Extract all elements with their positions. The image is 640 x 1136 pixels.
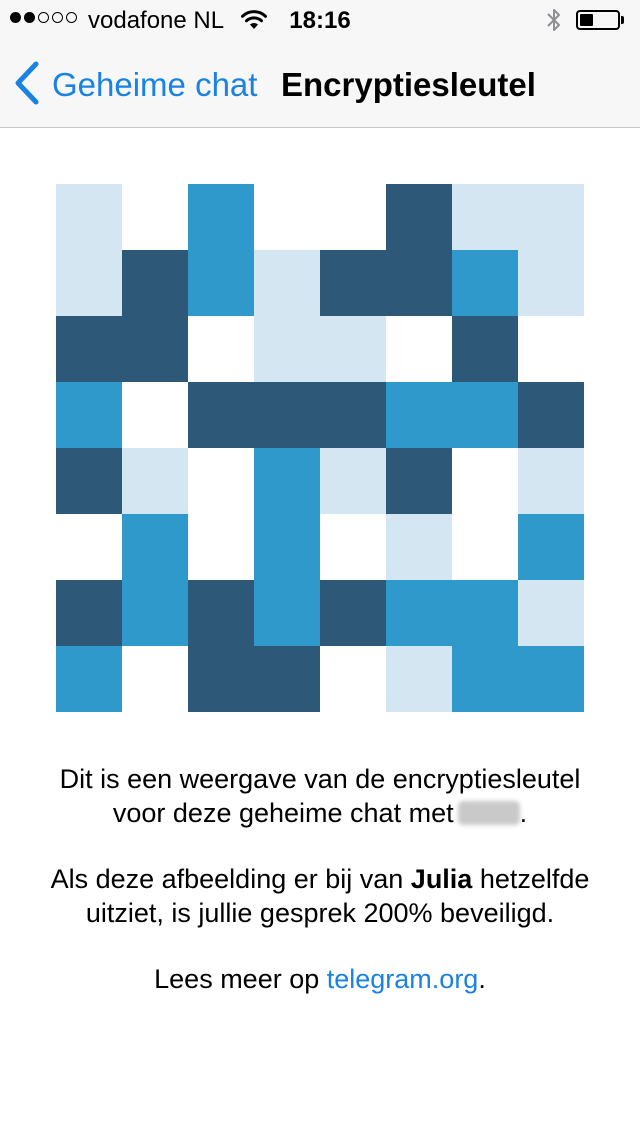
key-cell xyxy=(452,448,518,514)
key-cell xyxy=(254,580,320,646)
battery-icon xyxy=(576,10,620,30)
key-cell xyxy=(56,184,122,250)
telegram-link[interactable]: telegram.org xyxy=(327,964,479,994)
bluetooth-icon xyxy=(546,7,562,40)
key-cell xyxy=(254,184,320,250)
key-cell xyxy=(518,580,584,646)
key-cell xyxy=(56,448,122,514)
key-cell xyxy=(188,382,254,448)
key-cell xyxy=(56,646,122,712)
key-cell xyxy=(122,382,188,448)
key-cell xyxy=(188,250,254,316)
key-cell xyxy=(386,646,452,712)
back-button-label: Geheime chat xyxy=(52,66,258,103)
battery-tip xyxy=(621,16,624,24)
contact-name: Julia xyxy=(410,864,473,894)
key-cell xyxy=(518,514,584,580)
key-cell xyxy=(452,316,518,382)
verification-note-after: hetzelfde xyxy=(472,864,590,894)
key-cell xyxy=(122,184,188,250)
verification-note-before: Als deze afbeelding er bij van xyxy=(50,864,411,894)
key-cell xyxy=(518,316,584,382)
key-cell xyxy=(452,580,518,646)
key-cell xyxy=(122,514,188,580)
key-cell xyxy=(452,382,518,448)
key-cell xyxy=(518,250,584,316)
key-cell xyxy=(188,448,254,514)
key-cell xyxy=(188,646,254,712)
key-cell xyxy=(188,514,254,580)
key-cell xyxy=(320,646,386,712)
key-cell xyxy=(254,316,320,382)
key-description-period: . xyxy=(519,798,528,828)
page-title: Encryptiesleutel xyxy=(281,66,536,103)
learn-more-period: . xyxy=(478,964,486,994)
verification-note-line1: Als deze afbeelding er bij van Julia het… xyxy=(0,862,640,896)
key-cell xyxy=(56,250,122,316)
learn-more: Lees meer op telegram.org. xyxy=(0,962,640,996)
key-cell xyxy=(320,448,386,514)
key-cell xyxy=(254,514,320,580)
verification-note: Als deze afbeelding er bij van Julia het… xyxy=(0,862,640,930)
chevron-left-icon xyxy=(14,61,40,110)
key-cell xyxy=(386,250,452,316)
key-cell xyxy=(122,646,188,712)
battery-level xyxy=(580,14,593,26)
key-cell xyxy=(386,382,452,448)
clock: 18:16 xyxy=(289,7,351,34)
key-cell xyxy=(188,184,254,250)
key-cell xyxy=(254,382,320,448)
key-description-line2: voor deze geheime chat met. xyxy=(0,796,640,830)
key-cell xyxy=(320,250,386,316)
key-cell xyxy=(452,250,518,316)
key-cell xyxy=(254,250,320,316)
key-cell xyxy=(320,580,386,646)
key-description-line1: Dit is een weergave van de encryptiesleu… xyxy=(59,764,581,794)
key-cell xyxy=(320,184,386,250)
encryption-key-image xyxy=(56,184,584,712)
key-description: Dit is een weergave van de encryptiesleu… xyxy=(0,762,640,830)
key-cell xyxy=(518,646,584,712)
key-cell xyxy=(518,448,584,514)
key-cell xyxy=(122,448,188,514)
key-cell xyxy=(56,316,122,382)
key-cell xyxy=(386,580,452,646)
key-cell xyxy=(188,580,254,646)
key-cell xyxy=(56,382,122,448)
key-cell xyxy=(452,646,518,712)
back-button[interactable]: Geheime chat xyxy=(14,61,258,110)
verification-note-line2: uitziet, is jullie gesprek 200% beveilig… xyxy=(85,898,555,928)
learn-more-text: Lees meer op xyxy=(154,964,327,994)
key-cell xyxy=(122,250,188,316)
key-cell xyxy=(452,184,518,250)
key-cell xyxy=(122,580,188,646)
key-cell xyxy=(320,316,386,382)
key-cell xyxy=(320,382,386,448)
key-cell xyxy=(122,316,188,382)
key-cell xyxy=(254,448,320,514)
navigation-bar: Geheime chat Encryptiesleutel xyxy=(0,40,640,128)
redacted-username xyxy=(457,801,520,825)
key-cell xyxy=(320,514,386,580)
key-cell xyxy=(386,316,452,382)
key-cell xyxy=(56,580,122,646)
key-description-line2-text: voor deze geheime chat met xyxy=(112,798,454,828)
key-cell xyxy=(452,514,518,580)
key-cell xyxy=(518,382,584,448)
key-cell xyxy=(518,184,584,250)
key-cell xyxy=(386,514,452,580)
key-cell xyxy=(386,184,452,250)
key-cell xyxy=(254,646,320,712)
status-bar: vodafone NL 18:16 xyxy=(0,0,640,40)
key-cell xyxy=(188,316,254,382)
key-cell xyxy=(386,448,452,514)
key-cell xyxy=(56,514,122,580)
